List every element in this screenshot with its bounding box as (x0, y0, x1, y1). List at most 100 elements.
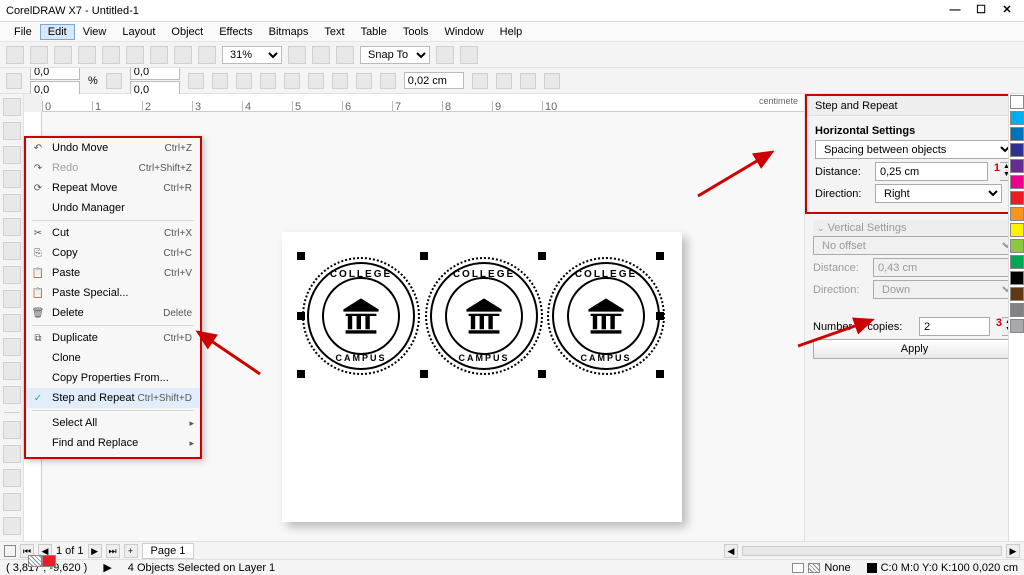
maximize-button[interactable]: ☐ (970, 4, 992, 18)
menu-view[interactable]: View (75, 24, 115, 40)
horizontal-mode-select[interactable]: Spacing between objects (815, 140, 1014, 159)
lock-ratio-icon[interactable] (106, 73, 122, 89)
vertical-mode-select[interactable]: No offset (813, 236, 1016, 255)
selection-handle[interactable] (297, 370, 305, 378)
color-swatch[interactable] (1010, 159, 1024, 173)
color-swatch[interactable] (1010, 319, 1024, 333)
menu-find-replace[interactable]: Find and Replace▸ (26, 433, 200, 453)
menu-paste-special[interactable]: 📋Paste Special... (26, 283, 200, 303)
color-swatch[interactable] (1010, 223, 1024, 237)
selection-handle[interactable] (538, 252, 546, 260)
color-swatch[interactable] (1010, 255, 1024, 269)
menu-bitmaps[interactable]: Bitmaps (261, 24, 317, 40)
convert-icon[interactable] (496, 73, 512, 89)
save-icon[interactable] (54, 46, 72, 64)
color-swatch[interactable] (1010, 127, 1024, 141)
college-stamp[interactable]: COLLEGE CAMPUS (552, 262, 660, 370)
connector-tool-icon[interactable] (3, 386, 21, 404)
edit-icon[interactable] (520, 73, 536, 89)
menu-select-all[interactable]: Select All▸ (26, 413, 200, 433)
group-icon[interactable] (284, 73, 300, 89)
artistic-media-icon[interactable] (3, 218, 21, 236)
last-page-button[interactable]: ⏭ (106, 544, 120, 558)
shape-tool-icon[interactable] (3, 122, 21, 140)
outline-tool-icon[interactable] (3, 517, 21, 535)
plus-icon[interactable] (544, 73, 560, 89)
polygon-tool-icon[interactable] (3, 290, 21, 308)
menu-copy-properties[interactable]: Copy Properties From... (26, 368, 200, 388)
mirror-h-icon[interactable] (188, 73, 204, 89)
menu-cut[interactable]: ✂CutCtrl+X (26, 223, 200, 243)
open-icon[interactable] (30, 46, 48, 64)
dimension-tool-icon[interactable] (3, 362, 21, 380)
page-nav-icon[interactable] (4, 545, 16, 557)
mirror-v-icon[interactable] (212, 73, 228, 89)
menu-duplicate[interactable]: ⧉DuplicateCtrl+D (26, 328, 200, 348)
copies-input[interactable] (919, 317, 990, 336)
next-page-button[interactable]: ▶ (88, 544, 102, 558)
menu-effects[interactable]: Effects (211, 24, 260, 40)
eyedropper-tool-icon[interactable] (3, 469, 21, 487)
direction-select[interactable]: Right (875, 184, 1002, 203)
selection-handle[interactable] (656, 370, 664, 378)
dropshadow-tool-icon[interactable] (3, 421, 21, 439)
table-tool-icon[interactable] (3, 338, 21, 356)
snapto-select[interactable]: Snap To (360, 46, 430, 64)
zoom-tool-icon[interactable] (3, 170, 21, 188)
outline-color-icon[interactable] (808, 563, 820, 573)
ungroup-icon[interactable] (308, 73, 324, 89)
selection-handle[interactable] (420, 252, 428, 260)
color-swatch[interactable] (1010, 175, 1024, 189)
menu-delete[interactable]: 🗑DeleteDelete (26, 303, 200, 323)
minimize-button[interactable]: — (944, 4, 966, 18)
add-page-button[interactable]: + (124, 544, 138, 558)
text-tool-icon[interactable] (3, 314, 21, 332)
menu-object[interactable]: Object (163, 24, 211, 40)
outline-width-input[interactable] (404, 72, 464, 89)
outline-icon[interactable] (380, 73, 396, 89)
hscrollbar[interactable] (742, 546, 1002, 556)
apply-button[interactable]: Apply (813, 339, 1016, 359)
crop-tool-icon[interactable] (3, 146, 21, 164)
options-icon[interactable] (336, 46, 354, 64)
menu-window[interactable]: Window (437, 24, 492, 40)
selection-handle[interactable] (656, 312, 664, 320)
launch-icon[interactable] (460, 46, 478, 64)
college-stamp[interactable]: COLLEGE CAMPUS (307, 262, 415, 370)
red-swatch[interactable] (42, 555, 56, 567)
redo-icon[interactable] (198, 46, 216, 64)
menu-undo[interactable]: ↶Undo MoveCtrl+Z (26, 138, 200, 158)
selection-handle[interactable] (297, 252, 305, 260)
hints-icon[interactable] (312, 46, 330, 64)
color-swatch[interactable] (1010, 191, 1024, 205)
hscroll-left[interactable]: ◀ (724, 544, 738, 558)
ellipse-tool-icon[interactable] (3, 266, 21, 284)
menu-edit[interactable]: Edit (40, 24, 75, 40)
fullscreen-icon[interactable] (288, 46, 306, 64)
pick-tool-icon[interactable] (3, 98, 21, 116)
copy-icon[interactable] (126, 46, 144, 64)
page-tab[interactable]: Page 1 (142, 543, 195, 559)
snap-options-icon[interactable] (436, 46, 454, 64)
hscroll-right[interactable]: ▶ (1006, 544, 1020, 558)
new-icon[interactable] (6, 46, 24, 64)
menu-repeat[interactable]: ⟳Repeat MoveCtrl+R (26, 178, 200, 198)
paste-icon[interactable] (150, 46, 168, 64)
college-stamp[interactable]: COLLEGE CAMPUS (430, 262, 538, 370)
color-swatch[interactable] (1010, 111, 1024, 125)
selection-handle[interactable] (538, 370, 546, 378)
cut-icon[interactable] (102, 46, 120, 64)
menu-step-and-repeat[interactable]: ✓Step and RepeatCtrl+Shift+D (26, 388, 200, 408)
menu-file[interactable]: File (6, 24, 40, 40)
order-icon[interactable] (260, 73, 276, 89)
color-swatch[interactable] (1010, 303, 1024, 317)
ungroup-all-icon[interactable] (332, 73, 348, 89)
menu-tools[interactable]: Tools (395, 24, 437, 40)
rectangle-tool-icon[interactable] (3, 242, 21, 260)
menu-undo-manager[interactable]: Undo Manager (26, 198, 200, 218)
menu-text[interactable]: Text (316, 24, 352, 40)
undo-icon[interactable] (174, 46, 192, 64)
color-swatch[interactable] (1010, 239, 1024, 253)
distance-input[interactable] (875, 162, 988, 181)
color-swatch[interactable] (1010, 143, 1024, 157)
